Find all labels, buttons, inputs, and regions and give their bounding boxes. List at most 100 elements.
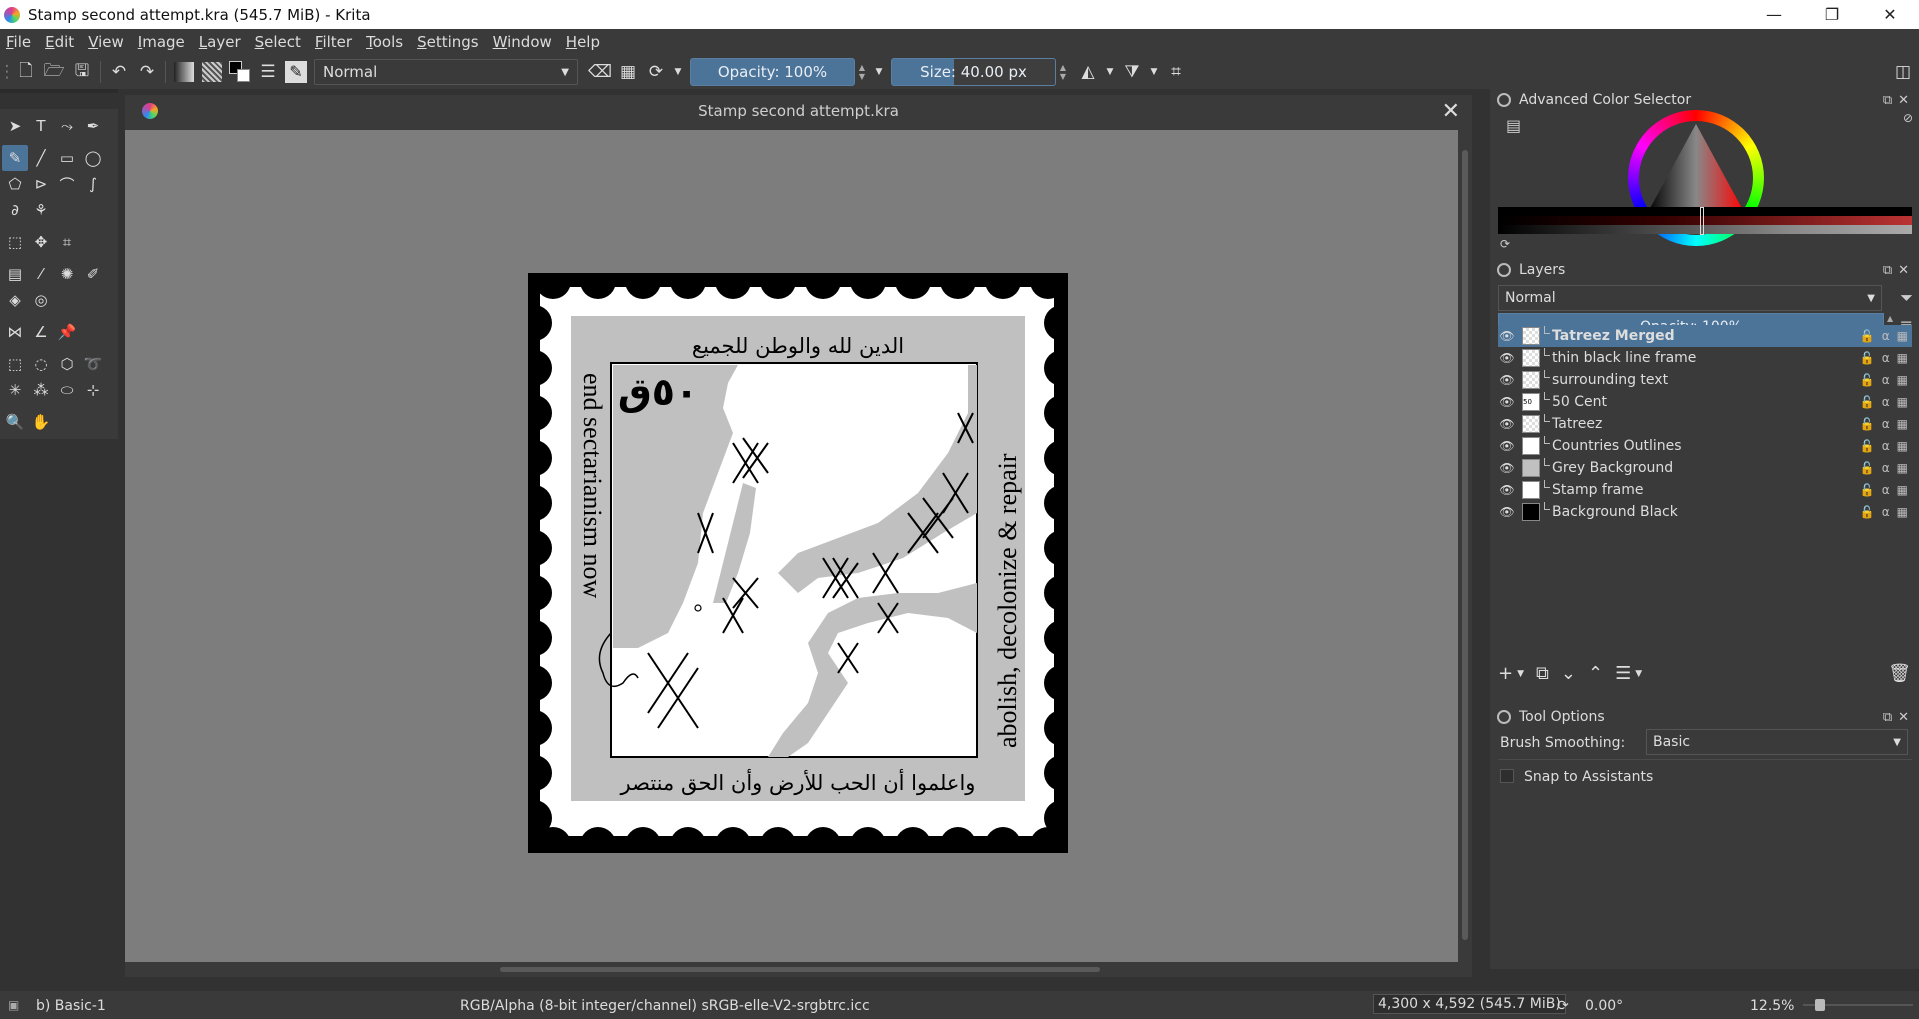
dynamic-brush-tool-icon[interactable]: ∂	[2, 197, 28, 223]
layer-row[interactable]: 👁 50 50 Cent 🔓 α ▦	[1498, 391, 1912, 413]
bezier-selection-icon[interactable]: ⬭	[54, 377, 80, 403]
menu-window[interactable]: Window	[493, 33, 552, 51]
layer-properties-icon[interactable]: ☰	[1615, 663, 1631, 684]
menu-image[interactable]: Image	[138, 33, 185, 51]
crop-tool-icon[interactable]: ⌗	[54, 229, 80, 255]
inherit-alpha-icon[interactable]: ▦	[1897, 483, 1908, 497]
lock-icon[interactable]	[1497, 263, 1511, 277]
freehand-brush-tool-icon[interactable]: ✎	[2, 145, 28, 171]
layer-row[interactable]: 👁 Tatreez 🔓 α ▦	[1498, 413, 1912, 435]
menu-help[interactable]: Help	[566, 33, 600, 51]
visibility-eye-icon[interactable]: 👁	[1498, 395, 1516, 409]
layer-row[interactable]: 👁 Background Black 🔓 α ▦	[1498, 501, 1912, 523]
polygonal-selection-icon[interactable]: ⬡	[54, 351, 80, 377]
menu-edit[interactable]: Edit	[45, 33, 74, 51]
color-history-refresh-icon[interactable]: ⟳	[1500, 237, 1510, 251]
color-selector-reset-icon[interactable]: ⊘	[1903, 111, 1913, 125]
layer-lock-alpha-icons[interactable]: 🔓 α ▦	[1860, 417, 1908, 431]
mirror-horizontal-dropdown-icon[interactable]: ▼	[1102, 58, 1118, 86]
menu-filter[interactable]: Filter	[315, 33, 352, 51]
lock-icon[interactable]: 🔓	[1860, 483, 1875, 497]
move-layer-down-icon[interactable]: ⌄	[1561, 663, 1576, 684]
rectangle-tool-icon[interactable]: ▭	[54, 145, 80, 171]
minimize-button[interactable]: —	[1745, 0, 1803, 29]
bezier-curve-tool-icon[interactable]: ⌒	[54, 171, 80, 197]
visibility-eye-icon[interactable]: 👁	[1498, 483, 1516, 497]
lock-icon[interactable]	[1497, 93, 1511, 107]
layer-row[interactable]: 👁 thin black line frame 🔓 α ▦	[1498, 347, 1912, 369]
rotation-icon[interactable]: ⟳	[1557, 998, 1569, 1014]
alpha-lock-icon[interactable]: α	[1882, 461, 1890, 475]
horizontal-scrollbar[interactable]	[125, 962, 1472, 977]
brush-settings-icon[interactable]: ☰	[254, 58, 282, 86]
lock-icon[interactable]	[1497, 710, 1511, 724]
reference-image-tool-icon[interactable]: 📌	[54, 319, 80, 345]
wrap-around-icon[interactable]: ⌗	[1162, 58, 1190, 86]
layer-properties-dropdown-icon[interactable]: ▼	[1635, 669, 1642, 679]
size-slider[interactable]: Size: 40.00 px	[891, 58, 1056, 86]
inherit-alpha-icon[interactable]: ▦	[1897, 329, 1908, 343]
gradient-preset-icon[interactable]	[170, 58, 198, 86]
polygon-tool-icon[interactable]: ⬠	[2, 171, 28, 197]
rectangular-selection-icon[interactable]: ⬚	[2, 351, 28, 377]
menu-view[interactable]: View	[88, 33, 124, 51]
freehand-path-tool-icon[interactable]: ∫	[80, 171, 106, 197]
measure-tool-icon[interactable]: ∠	[28, 319, 54, 345]
transform-tool-icon[interactable]: ⬚	[2, 229, 28, 255]
snap-to-assistants-checkbox[interactable]	[1500, 769, 1514, 783]
zoom-tool-icon[interactable]: 🔍	[2, 409, 28, 435]
delete-layer-icon[interactable]: 🗑	[1888, 663, 1911, 684]
layer-lock-alpha-icons[interactable]: 🔓 α ▦	[1860, 351, 1908, 365]
elliptical-selection-icon[interactable]: ◌	[28, 351, 54, 377]
layer-row[interactable]: 👁 Grey Background 🔓 α ▦	[1498, 457, 1912, 479]
layer-blend-mode-dropdown[interactable]: Normal ▼	[1498, 285, 1882, 311]
layer-lock-alpha-icons[interactable]: 🔓 α ▦	[1860, 461, 1908, 475]
text-tool-icon[interactable]: T	[28, 113, 54, 139]
add-layer-icon[interactable]: +	[1498, 663, 1513, 684]
duplicate-layer-icon[interactable]: ⧉	[1536, 663, 1549, 684]
reload-preset-icon[interactable]: ⟳	[642, 58, 670, 86]
line-tool-icon[interactable]: ╱	[28, 145, 54, 171]
inherit-alpha-icon[interactable]: ▦	[1897, 373, 1908, 387]
redo-icon[interactable]: ↷	[133, 58, 161, 86]
inherit-alpha-icon[interactable]: ▦	[1897, 351, 1908, 365]
menu-select[interactable]: Select	[255, 33, 301, 51]
filter-icon[interactable]: ⏷	[1900, 288, 1913, 308]
zoom-value[interactable]: 12.5%	[1750, 998, 1794, 1014]
contiguous-selection-icon[interactable]: ✳	[2, 377, 28, 403]
calligraphy-tool-icon[interactable]: ✒	[80, 113, 106, 139]
new-document-icon[interactable]: 🗋	[12, 58, 40, 86]
reload-dropdown-icon[interactable]: ▼	[670, 58, 686, 86]
lock-icon[interactable]: 🔓	[1860, 395, 1875, 409]
inherit-alpha-icon[interactable]: ▦	[1897, 505, 1908, 519]
magnetic-selection-icon[interactable]: ⊹	[80, 377, 106, 403]
visibility-eye-icon[interactable]: 👁	[1498, 505, 1516, 519]
ellipse-tool-icon[interactable]: ◯	[80, 145, 106, 171]
eraser-mode-icon[interactable]: ⌫	[586, 58, 614, 86]
lock-icon[interactable]: 🔓	[1860, 373, 1875, 387]
brush-preset-icon[interactable]: ✎	[282, 58, 310, 86]
layer-row[interactable]: 👁 Stamp frame 🔓 α ▦	[1498, 479, 1912, 501]
visibility-eye-icon[interactable]: 👁	[1498, 461, 1516, 475]
layer-lock-alpha-icons[interactable]: 🔓 α ▦	[1860, 483, 1908, 497]
opacity-spin-icon[interactable]: ▲ ▼	[855, 58, 869, 86]
color-slider-bars[interactable]	[1498, 207, 1912, 235]
lock-icon[interactable]: 🔓	[1860, 351, 1875, 365]
save-document-icon[interactable]: 🖫	[68, 58, 96, 86]
visibility-eye-icon[interactable]: 👁	[1498, 417, 1516, 431]
gradient-tool-icon[interactable]: ▤	[2, 261, 28, 287]
drawing-canvas[interactable]: ٥٠ق الدين لله والوطن للجميع واعلموا أن ا…	[125, 130, 1472, 962]
enclose-fill-tool-icon[interactable]: ◎	[28, 287, 54, 313]
alpha-lock-icon[interactable]: α	[1882, 395, 1890, 409]
alpha-lock-icon[interactable]: α	[1882, 329, 1890, 343]
freehand-selection-icon[interactable]: ➰	[80, 351, 106, 377]
menu-file[interactable]: File	[6, 33, 31, 51]
menu-settings[interactable]: Settings	[417, 33, 479, 51]
vertical-scrollbar[interactable]	[1458, 130, 1472, 962]
lock-icon[interactable]: 🔓	[1860, 505, 1875, 519]
visibility-eye-icon[interactable]: 👁	[1498, 329, 1516, 343]
docker-float-close-icon[interactable]: ⧉✕	[1883, 710, 1915, 725]
opacity-slider[interactable]: Opacity: 100%	[690, 58, 855, 86]
fill-tool-icon[interactable]: ◈	[2, 287, 28, 313]
lock-icon[interactable]: 🔓	[1860, 461, 1875, 475]
